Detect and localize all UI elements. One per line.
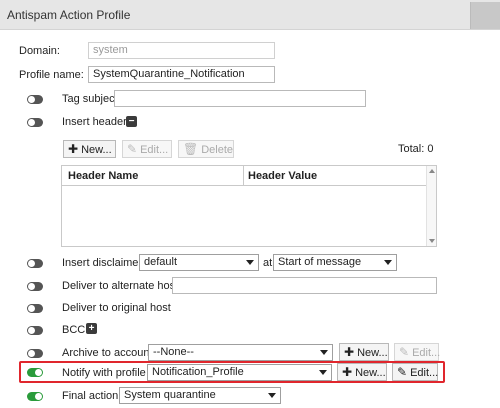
archive-new-button[interactable]: ✚ New...	[339, 343, 389, 361]
profile-name-field[interactable]: SystemQuarantine_Notification	[88, 66, 275, 83]
chevron-down-icon	[320, 350, 328, 355]
chevron-down-icon	[268, 393, 276, 398]
deliver-original-toggle[interactable]	[27, 304, 43, 313]
deliver-alternate-label: Deliver to alternate host	[62, 280, 179, 292]
tag-subject-field[interactable]	[114, 90, 366, 107]
header-delete-button[interactable]: 🗑 Delete	[178, 140, 234, 158]
expand-icon[interactable]: +	[86, 323, 97, 334]
edit-icon: ✎	[127, 142, 138, 156]
plus-icon: ✚	[344, 345, 355, 359]
insert-disclaimer-toggle[interactable]	[27, 259, 43, 268]
archive-account-select[interactable]: --None--	[148, 344, 333, 361]
final-action-select[interactable]: System quarantine	[119, 387, 281, 404]
deliver-alternate-toggle[interactable]	[27, 282, 43, 291]
header-edit-button[interactable]: ✎ Edit...	[122, 140, 172, 158]
notify-edit-button[interactable]: ✎ Edit...	[392, 363, 438, 381]
chevron-down-icon	[246, 260, 254, 265]
archive-toggle[interactable]	[27, 349, 43, 358]
disclaimer-select[interactable]: default	[139, 254, 259, 271]
column-header-name[interactable]: Header Name	[68, 170, 138, 182]
dialog-titlebar: Antispam Action Profile	[0, 0, 500, 30]
titlebar-button[interactable]	[470, 2, 500, 29]
disclaimer-at-label: at	[263, 257, 273, 269]
plus-icon: ✚	[342, 365, 353, 379]
archive-label: Archive to account	[62, 347, 153, 359]
archive-edit-button[interactable]: ✎ Edit...	[394, 343, 440, 361]
column-header-value[interactable]: Header Value	[248, 170, 317, 182]
plus-icon: ✚	[68, 142, 79, 156]
header-table: Header Name Header Value	[61, 165, 437, 247]
chevron-down-icon	[319, 370, 327, 375]
edit-icon: ✎	[399, 345, 410, 359]
profile-name-label: Profile name:	[19, 69, 84, 81]
insert-header-label: Insert header	[62, 116, 127, 128]
chevron-down-icon	[384, 260, 392, 265]
bcc-toggle[interactable]	[27, 326, 43, 335]
notify-new-button[interactable]: ✚ New...	[337, 363, 387, 381]
scroll-up-icon[interactable]	[429, 169, 435, 173]
domain-label: Domain:	[19, 45, 60, 57]
final-action-label: Final action:	[62, 390, 122, 402]
tag-subject-toggle[interactable]	[27, 95, 43, 104]
notify-profile-select[interactable]: Notification_Profile	[147, 364, 332, 381]
table-scrollbar[interactable]	[426, 166, 436, 246]
final-action-toggle[interactable]	[27, 392, 43, 401]
notify-toggle[interactable]	[27, 368, 43, 377]
dialog-title: Antispam Action Profile	[7, 8, 131, 22]
scroll-down-icon[interactable]	[429, 239, 435, 243]
domain-field: system	[88, 42, 275, 59]
table-header-row: Header Name Header Value	[62, 166, 427, 186]
insert-header-toggle[interactable]	[27, 118, 43, 127]
trash-icon: 🗑	[183, 142, 199, 156]
header-new-button[interactable]: ✚ New...	[63, 140, 116, 158]
disclaimer-position-select[interactable]: Start of message	[273, 254, 397, 271]
collapse-icon[interactable]: −	[126, 116, 137, 127]
notify-label: Notify with profile	[62, 367, 146, 379]
bcc-label: BCC	[62, 324, 86, 336]
edit-icon: ✎	[397, 365, 408, 379]
header-total-count: Total: 0	[398, 143, 434, 155]
insert-disclaimer-label: Insert disclaimer	[62, 257, 143, 269]
deliver-original-label: Deliver to original host	[62, 302, 171, 314]
tag-subject-label: Tag subject	[62, 93, 118, 105]
alternate-host-field[interactable]	[172, 277, 437, 294]
